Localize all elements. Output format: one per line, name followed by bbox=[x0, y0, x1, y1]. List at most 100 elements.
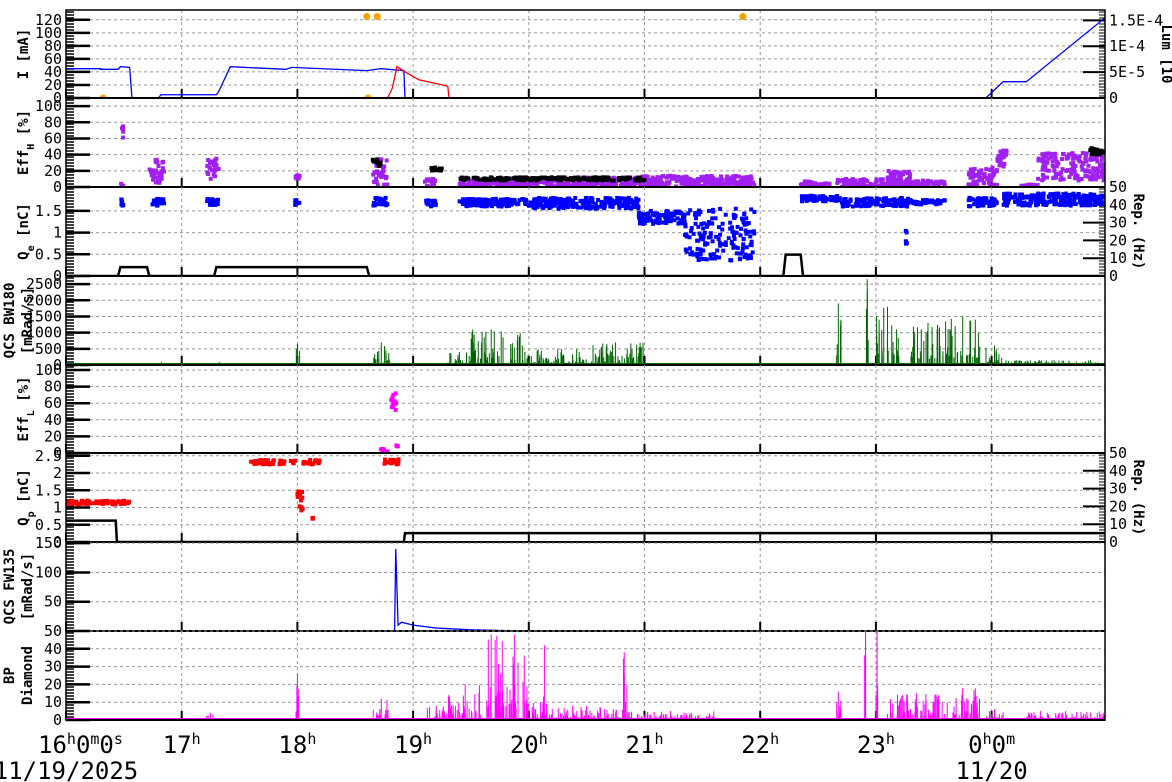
data-point bbox=[1041, 195, 1046, 200]
y-tick-label: 80 bbox=[44, 378, 62, 396]
y-tick-label: 40 bbox=[44, 640, 62, 658]
data-point bbox=[683, 222, 688, 227]
data-point bbox=[684, 174, 689, 179]
data-point bbox=[1086, 168, 1091, 173]
data-point bbox=[126, 500, 131, 505]
data-point bbox=[885, 175, 890, 180]
data-point bbox=[740, 176, 745, 181]
data-point bbox=[902, 169, 907, 174]
series-line-I_LER bbox=[66, 65, 1105, 98]
data-point bbox=[748, 256, 753, 261]
data-point bbox=[593, 175, 598, 180]
data-point-lum bbox=[739, 13, 747, 21]
data-point bbox=[1069, 167, 1074, 172]
y-tick-label: 1 bbox=[53, 499, 62, 517]
data-point bbox=[742, 211, 747, 216]
y-label-unit: [nC] bbox=[16, 469, 32, 511]
data-point bbox=[740, 217, 745, 222]
data-point bbox=[585, 176, 590, 181]
data-point bbox=[919, 202, 924, 207]
data-point bbox=[376, 173, 381, 178]
data-point bbox=[733, 213, 738, 218]
data-point bbox=[668, 173, 673, 178]
data-point bbox=[1089, 151, 1094, 156]
data-point bbox=[888, 203, 893, 208]
data-point bbox=[923, 201, 928, 206]
data-point bbox=[873, 198, 878, 203]
data-point bbox=[316, 460, 321, 465]
data-point bbox=[383, 460, 388, 465]
data-point bbox=[931, 200, 936, 205]
data-point bbox=[558, 205, 563, 210]
data-point bbox=[488, 200, 493, 205]
data-point bbox=[845, 179, 850, 184]
data-point bbox=[692, 212, 697, 217]
data-point bbox=[1086, 163, 1091, 168]
data-point bbox=[582, 175, 587, 180]
data-point bbox=[967, 195, 972, 200]
data-point bbox=[211, 172, 216, 177]
data-point bbox=[429, 166, 434, 171]
data-point bbox=[577, 176, 582, 181]
data-point bbox=[252, 459, 257, 464]
data-point bbox=[991, 173, 996, 178]
data-point bbox=[897, 171, 902, 176]
data-point bbox=[533, 197, 538, 202]
data-point bbox=[279, 459, 284, 464]
data-point bbox=[1071, 191, 1076, 196]
data-point bbox=[593, 202, 598, 207]
data-point bbox=[723, 212, 728, 217]
data-point bbox=[672, 213, 677, 218]
data-point bbox=[879, 180, 884, 185]
y-tick-label: 20 bbox=[44, 162, 62, 180]
right-tick-label: 30 bbox=[1109, 480, 1127, 498]
y-axis-label: BP bbox=[2, 667, 18, 684]
x-date-label: 11/20 bbox=[955, 757, 1027, 782]
right-tick-label: 10 bbox=[1109, 515, 1127, 533]
data-point bbox=[564, 176, 569, 181]
data-point bbox=[478, 198, 483, 203]
data-point bbox=[732, 174, 737, 179]
data-point bbox=[1052, 168, 1057, 173]
x-tick-label: 23h bbox=[857, 730, 895, 759]
data-point bbox=[292, 458, 297, 463]
data-point bbox=[216, 166, 221, 171]
y-tick-label: 2 bbox=[53, 464, 62, 482]
data-point bbox=[215, 202, 220, 207]
data-point bbox=[652, 177, 657, 182]
y-tick-label: 20 bbox=[44, 675, 62, 693]
data-point bbox=[457, 181, 462, 186]
y-axis-label: Qp [nC] bbox=[16, 469, 37, 526]
data-point bbox=[111, 500, 116, 505]
data-point bbox=[1036, 195, 1041, 200]
y-axis-label-line2: Diamond bbox=[20, 646, 36, 705]
data-point bbox=[683, 233, 688, 238]
x-tick-label: 20h bbox=[510, 730, 548, 759]
data-point bbox=[1078, 200, 1083, 205]
data-point bbox=[394, 462, 399, 467]
right-axis-label: Lum [10 bbox=[1158, 24, 1172, 83]
data-point bbox=[1059, 170, 1064, 175]
data-point bbox=[700, 257, 705, 262]
data-point bbox=[612, 199, 617, 204]
data-point bbox=[904, 241, 909, 246]
data-point bbox=[821, 182, 826, 187]
data-point bbox=[428, 204, 433, 209]
panel-fw135: 50 100 150 QCS FW135 [mRad/s] bbox=[2, 534, 1105, 632]
data-point bbox=[706, 235, 711, 240]
data-point bbox=[520, 196, 525, 201]
x-hour-unit: h bbox=[654, 730, 663, 748]
data-point bbox=[150, 202, 155, 207]
y-tick-label: 100 bbox=[35, 563, 62, 581]
data-point bbox=[504, 177, 509, 182]
data-point bbox=[848, 197, 853, 202]
data-point bbox=[699, 174, 704, 179]
data-point bbox=[212, 158, 217, 163]
y-tick-label: 80 bbox=[44, 113, 62, 131]
data-point bbox=[119, 181, 124, 186]
data-point bbox=[457, 199, 462, 204]
data-point bbox=[153, 175, 158, 180]
y-tick-label: 40 bbox=[44, 411, 62, 429]
data-point bbox=[729, 225, 734, 230]
data-point bbox=[627, 175, 632, 180]
